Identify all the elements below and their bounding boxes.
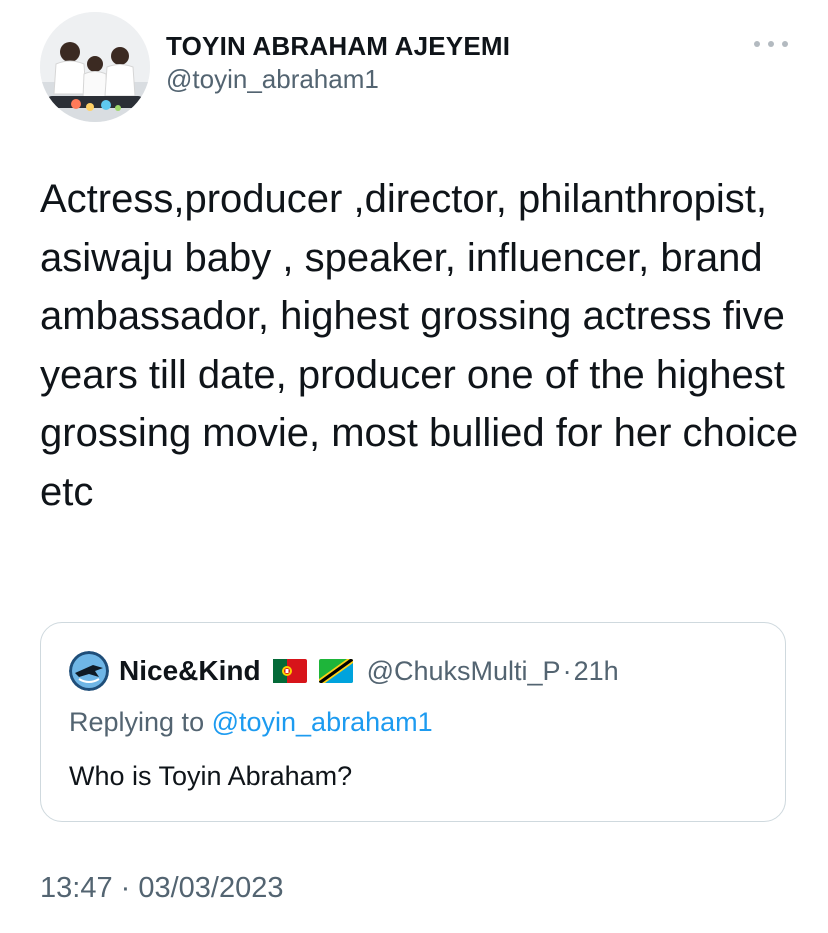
quoted-age[interactable]: 21h <box>574 656 619 687</box>
more-dot <box>754 41 760 47</box>
avatar-photo-icon <box>40 12 150 122</box>
quoted-display-name[interactable]: Nice&Kind <box>119 655 261 687</box>
more-horizontal-icon[interactable] <box>754 34 788 54</box>
quoted-handle[interactable]: @ChuksMulti_P <box>367 656 561 687</box>
flag-portugal-icon <box>272 659 307 683</box>
quoted-tweet-text: Who is Toyin Abraham? <box>69 761 353 791</box>
replying-to-label: Replying to <box>69 707 212 737</box>
tweet-text: Actress,producer ,director, philanthropi… <box>40 177 799 514</box>
more-dot <box>768 41 774 47</box>
quoted-author-avatar[interactable] <box>69 651 109 691</box>
replying-to-mention[interactable]: @toyin_abraham1 <box>212 707 433 737</box>
more-dot <box>782 41 788 47</box>
quoted-tweet-header: Nice&Kind @ChuksMulti_P · 21h <box>69 651 619 691</box>
quoted-tweet-card[interactable]: Nice&Kind @ChuksMulti_P · 21h Replying t… <box>40 622 786 822</box>
tweet-timestamp[interactable]: 13:47 · 03/03/2023 <box>40 872 283 905</box>
separator-dot: · <box>562 655 572 686</box>
tweet-detail: TOYIN ABRAHAM AJEYEMI @toyin_abraham1 Ac… <box>0 0 828 933</box>
flag-tanzania-icon <box>318 659 353 683</box>
replying-to-line: Replying to @toyin_abraham1 <box>69 707 433 738</box>
author-display-name[interactable]: TOYIN ABRAHAM AJEYEMI <box>166 30 510 62</box>
author-avatar[interactable] <box>40 12 150 122</box>
tweet-header: TOYIN ABRAHAM AJEYEMI @toyin_abraham1 <box>40 12 788 122</box>
author-info: TOYIN ABRAHAM AJEYEMI @toyin_abraham1 <box>166 30 510 96</box>
author-handle[interactable]: @toyin_abraham1 <box>166 62 510 96</box>
avatar-bird-icon <box>69 651 109 691</box>
